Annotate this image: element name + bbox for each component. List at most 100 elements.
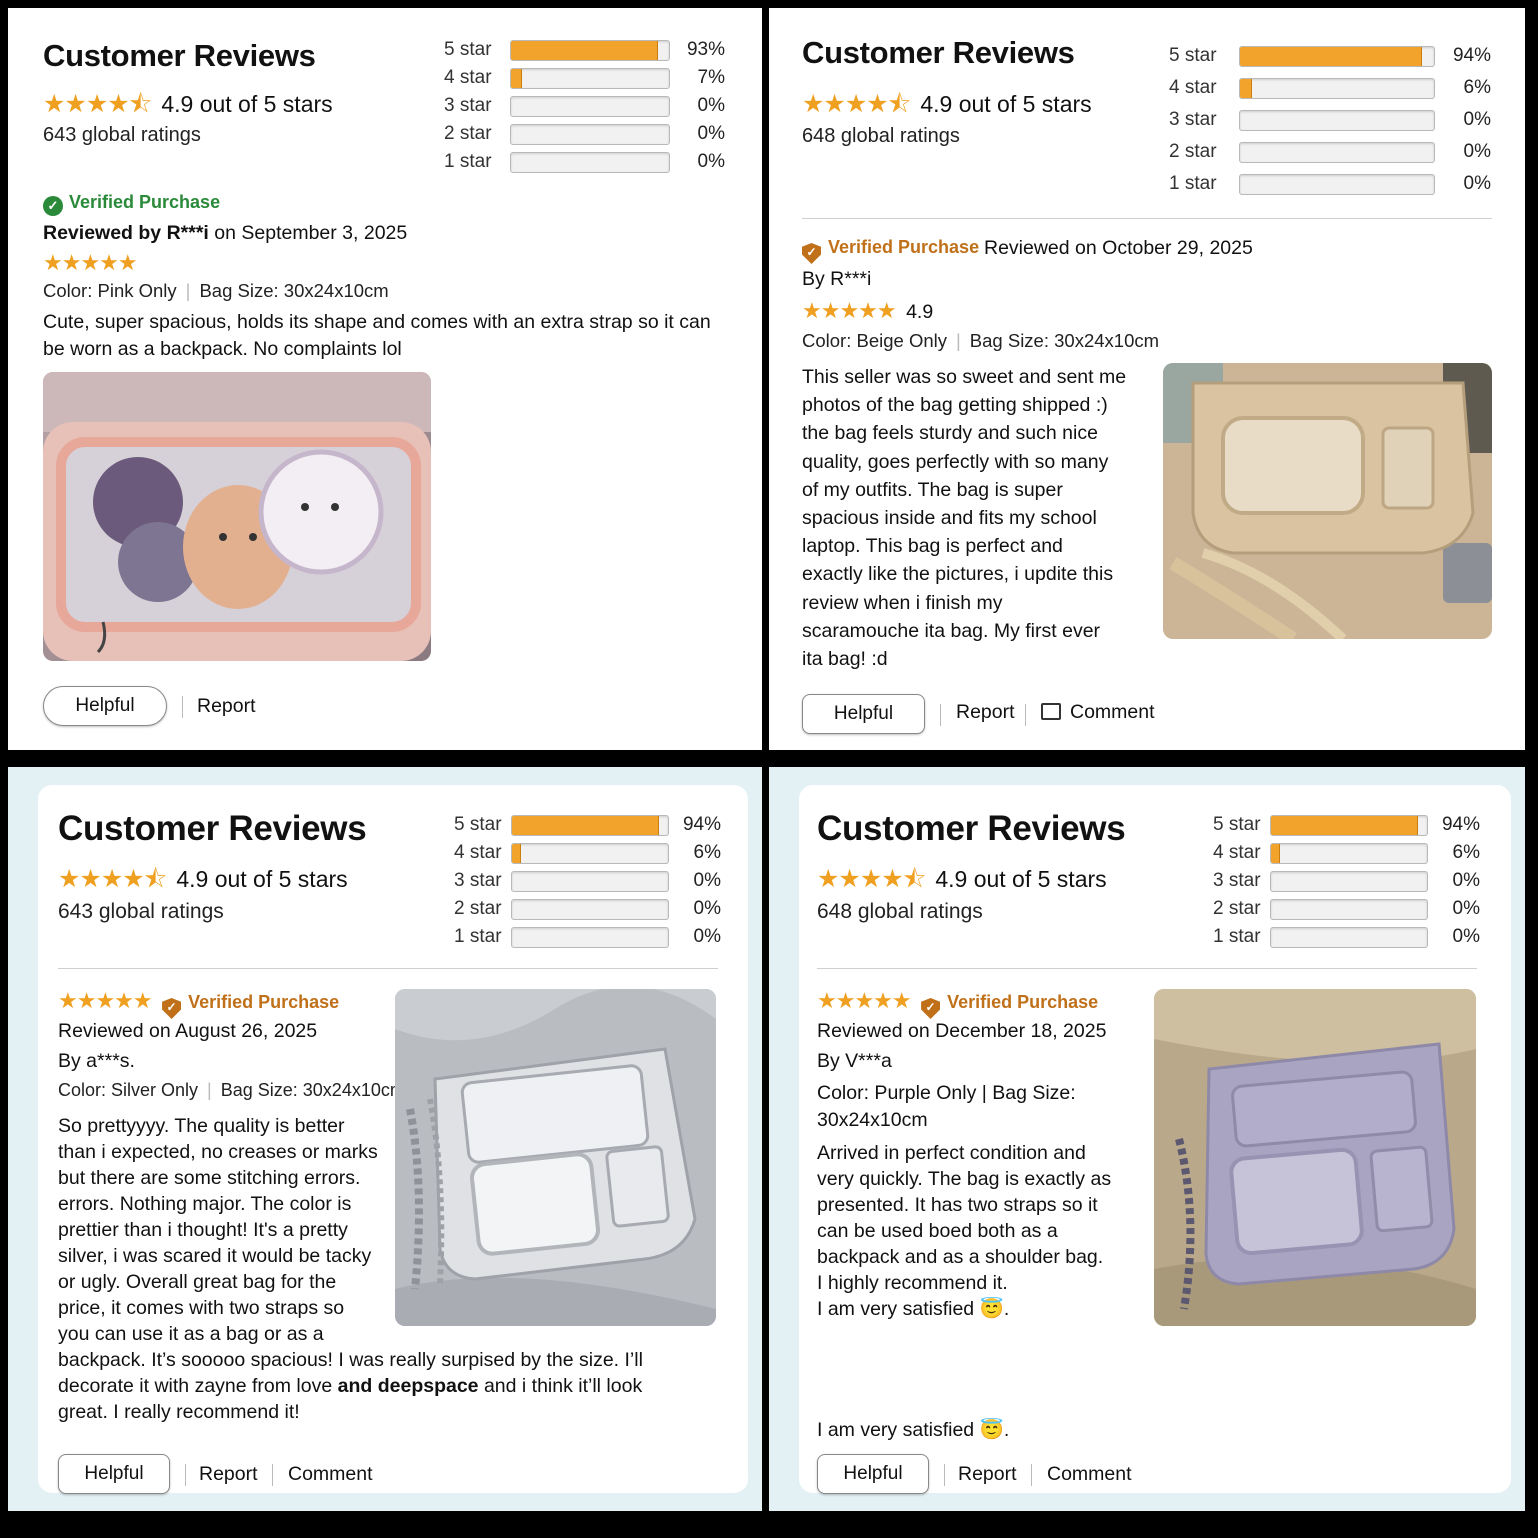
- histogram-bar[interactable]: [1270, 814, 1428, 836]
- histogram-bar[interactable]: [510, 95, 670, 117]
- comment-link[interactable]: Comment: [1041, 692, 1155, 732]
- histogram-bar[interactable]: [511, 898, 669, 920]
- histogram-bar[interactable]: [1239, 77, 1435, 99]
- histogram-row[interactable]: 3 star 0%: [1213, 867, 1480, 895]
- histogram-label[interactable]: 2 star: [1169, 141, 1239, 163]
- variant-color[interactable]: Color: Pink Only: [43, 280, 177, 301]
- histogram-row[interactable]: 5 star 94%: [454, 811, 721, 839]
- shield-check-icon: ✓: [921, 998, 941, 1019]
- verified-purchase-badge: ✓ Verified Purchase: [162, 992, 339, 1019]
- histogram-row[interactable]: 2 star 0%: [444, 120, 725, 148]
- histogram-label[interactable]: 3 star: [444, 95, 510, 117]
- variant-color[interactable]: Color: Silver Only: [58, 1080, 198, 1100]
- histogram-label[interactable]: 2 star: [1213, 898, 1270, 920]
- histogram-bar[interactable]: [1270, 842, 1428, 864]
- review-header: ★★★★★ ✓ Verified Purchase: [58, 988, 339, 1019]
- report-link[interactable]: Report: [958, 1454, 1017, 1494]
- histogram-row[interactable]: 5 star 94%: [1169, 40, 1491, 72]
- histogram-row[interactable]: 1 star 0%: [454, 923, 721, 951]
- reviewer-name[interactable]: By a***s.: [58, 1050, 135, 1073]
- histogram-label[interactable]: 4 star: [1169, 77, 1239, 99]
- beige-bag-photo-icon: [1163, 363, 1492, 639]
- helpful-button[interactable]: Helpful: [817, 1454, 929, 1494]
- reviewer-name[interactable]: R***i: [167, 222, 209, 244]
- histogram-bar[interactable]: [1270, 898, 1428, 920]
- reviewer-name[interactable]: By R***i: [802, 268, 871, 291]
- report-link[interactable]: Report: [956, 692, 1015, 732]
- histogram-label[interactable]: 1 star: [1213, 926, 1270, 948]
- rating-histogram: 5 star 94% 4 star 6% 3 star 0% 2 star 0% 1 star 0…: [1213, 811, 1480, 951]
- histogram-row[interactable]: 3 star 0%: [1169, 104, 1491, 136]
- helpful-button[interactable]: Helpful: [58, 1454, 170, 1494]
- histogram-label[interactable]: 4 star: [444, 67, 510, 89]
- histogram-label[interactable]: 3 star: [1213, 870, 1270, 892]
- divider: [272, 1464, 273, 1486]
- variant-color[interactable]: Color: Beige Only: [802, 330, 947, 351]
- histogram-label[interactable]: 1 star: [444, 151, 510, 173]
- divider: [944, 1464, 945, 1486]
- histogram-bar[interactable]: [1270, 870, 1428, 892]
- variant-size[interactable]: Bag Size: 30x24x10cm: [970, 330, 1159, 351]
- histogram-row[interactable]: 1 star 0%: [1213, 923, 1480, 951]
- histogram-bar[interactable]: [510, 39, 670, 61]
- histogram-label[interactable]: 5 star: [1213, 814, 1270, 836]
- histogram-bar[interactable]: [510, 151, 670, 173]
- histogram-bar[interactable]: [1239, 173, 1435, 195]
- histogram-row[interactable]: 5 star 93%: [444, 36, 725, 64]
- histogram-label[interactable]: 4 star: [1213, 842, 1270, 864]
- histogram-bar[interactable]: [511, 842, 669, 864]
- histogram-label[interactable]: 3 star: [1169, 109, 1239, 131]
- review-photo[interactable]: [1154, 989, 1476, 1326]
- average-rating: ★★★★⯪ 4.9 out of 5 stars: [58, 860, 348, 903]
- review-star-rating-icon: ★★★★★: [817, 988, 912, 1013]
- histogram-bar[interactable]: [1270, 926, 1428, 948]
- histogram-label[interactable]: 5 star: [1169, 45, 1239, 67]
- variant-size[interactable]: Bag Size: 30x24x10cm: [221, 1080, 405, 1100]
- helpful-button[interactable]: Helpful: [802, 694, 925, 734]
- histogram-bar[interactable]: [511, 814, 669, 836]
- report-link[interactable]: Report: [197, 686, 256, 726]
- histogram-row[interactable]: 5 star 94%: [1213, 811, 1480, 839]
- histogram-label[interactable]: 2 star: [444, 123, 510, 145]
- variant-size[interactable]: Bag Size: 30x24x10cm: [199, 280, 388, 301]
- histogram-row[interactable]: 3 star 0%: [444, 92, 725, 120]
- histogram-label[interactable]: 4 star: [454, 842, 511, 864]
- review-photo[interactable]: [1163, 363, 1492, 639]
- histogram-bar[interactable]: [1239, 141, 1435, 163]
- histogram-bar-fill: [512, 815, 659, 835]
- histogram-bar[interactable]: [1239, 109, 1435, 131]
- review-card: Customer Reviews ★★★★⯪ 4.9 out of 5 stars…: [38, 785, 748, 1494]
- histogram-row[interactable]: 1 star 0%: [1169, 168, 1491, 200]
- histogram-label[interactable]: 5 star: [444, 39, 510, 61]
- histogram-label[interactable]: 3 star: [454, 870, 511, 892]
- histogram-label[interactable]: 1 star: [1169, 173, 1239, 195]
- histogram-bar[interactable]: [511, 870, 669, 892]
- histogram-label[interactable]: 1 star: [454, 926, 511, 948]
- comment-link[interactable]: Comment: [1047, 1454, 1132, 1494]
- helpful-button[interactable]: Helpful: [43, 686, 167, 726]
- review-date: Reviewed on December 18, 2025: [817, 1020, 1107, 1042]
- histogram-row[interactable]: 3 star 0%: [454, 867, 721, 895]
- histogram-row[interactable]: 2 star 0%: [454, 895, 721, 923]
- review-photo[interactable]: [395, 989, 716, 1326]
- histogram-bar[interactable]: [510, 123, 670, 145]
- histogram-row[interactable]: 2 star 0%: [1213, 895, 1480, 923]
- histogram-row[interactable]: 4 star 6%: [1213, 839, 1480, 867]
- pink-bag-photo-icon: [43, 372, 431, 661]
- histogram-label[interactable]: 2 star: [454, 898, 511, 920]
- histogram-bar[interactable]: [1239, 45, 1435, 67]
- histogram-row[interactable]: 2 star 0%: [1169, 136, 1491, 168]
- verified-purchase-badge: ✓ Verified Purchase: [802, 237, 979, 264]
- histogram-row[interactable]: 4 star 6%: [454, 839, 721, 867]
- report-link[interactable]: Report: [199, 1454, 258, 1494]
- histogram-row[interactable]: 4 star 7%: [444, 64, 725, 92]
- histogram-label[interactable]: 5 star: [454, 814, 511, 836]
- histogram-bar[interactable]: [511, 926, 669, 948]
- comment-link[interactable]: Comment: [288, 1454, 373, 1494]
- reviewer-name[interactable]: By V***a: [817, 1050, 892, 1073]
- review-photo[interactable]: [43, 372, 431, 661]
- variant-color-size[interactable]: Color: Purple Only | Bag Size:: [817, 1080, 1076, 1107]
- histogram-row[interactable]: 4 star 6%: [1169, 72, 1491, 104]
- histogram-bar[interactable]: [510, 67, 670, 89]
- histogram-row[interactable]: 1 star 0%: [444, 148, 725, 176]
